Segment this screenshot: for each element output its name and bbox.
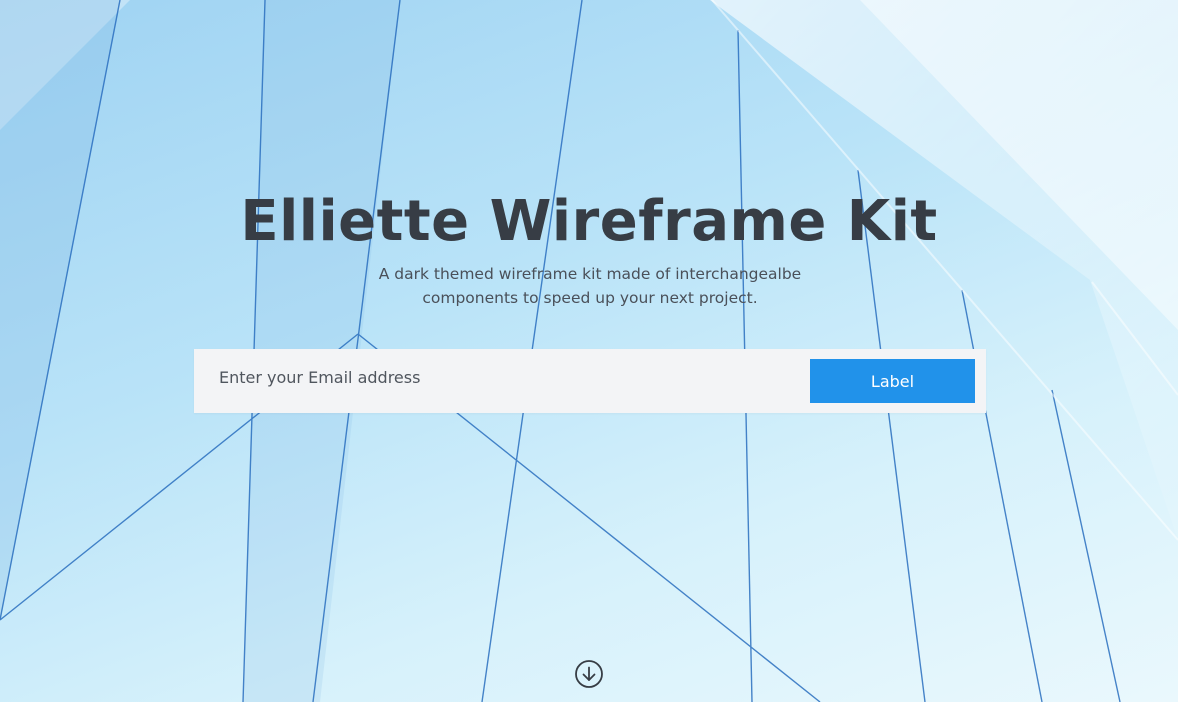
submit-button[interactable]: Label: [810, 359, 975, 403]
hero-subtitle-line-2: components to speed up your next project…: [422, 289, 758, 307]
hero-section: Elliette Wireframe Kit A dark themed wir…: [0, 0, 1178, 702]
arrow-down-circle-icon[interactable]: [574, 659, 604, 689]
hero-subtitle: A dark themed wireframe kit made of inte…: [360, 262, 820, 310]
hero-title: Elliette Wireframe Kit: [240, 189, 938, 254]
email-input[interactable]: [194, 349, 810, 413]
hero-subtitle-line-1: A dark themed wireframe kit made of inte…: [378, 265, 802, 283]
email-signup-form: Label: [194, 349, 986, 413]
